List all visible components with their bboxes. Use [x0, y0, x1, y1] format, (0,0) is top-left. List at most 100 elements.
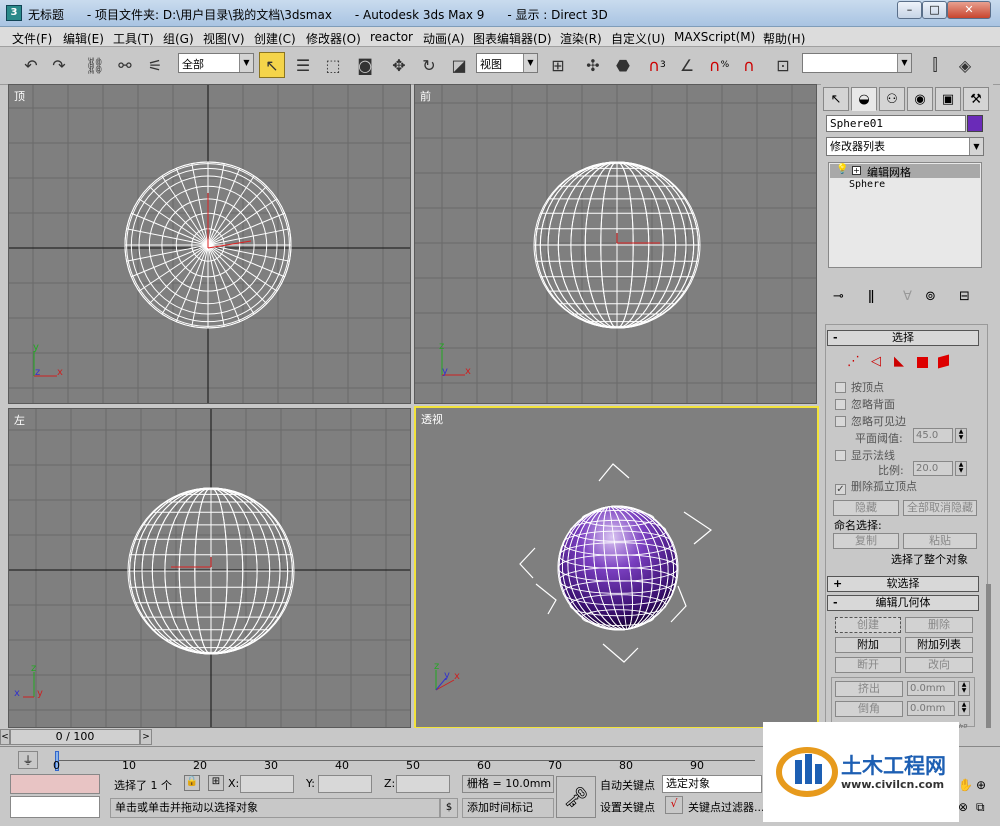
- extrude-field[interactable]: 0.0mm: [907, 681, 955, 696]
- display-tab-icon[interactable]: ▣: [935, 87, 961, 111]
- snap-toggle-icon[interactable]: ∩ 3: [644, 52, 670, 78]
- show-normals-checkbox[interactable]: 显示法线: [835, 447, 895, 463]
- bind-space-warp-icon[interactable]: ⚟: [142, 52, 168, 78]
- attach-list-button[interactable]: 附加列表: [905, 637, 973, 653]
- viewport-left[interactable]: 左 z y x: [8, 408, 411, 728]
- key-icon[interactable]: 🗝: [556, 776, 596, 818]
- delete-button[interactable]: 删除: [905, 617, 973, 633]
- viewport-perspective[interactable]: 透视 z x y: [414, 406, 819, 729]
- window-crossing-icon[interactable]: ◙: [352, 52, 378, 78]
- configure-sets-icon[interactable]: ⊟: [959, 289, 970, 304]
- expand-icon[interactable]: +: [852, 166, 861, 175]
- link-icon[interactable]: ⛓: [82, 52, 108, 78]
- align-icon[interactable]: ◈: [952, 52, 978, 78]
- keyboard-shortcut-icon[interactable]: ⬣: [610, 52, 636, 78]
- scale-field[interactable]: 20.0: [913, 461, 953, 476]
- mirror-icon[interactable]: ⫿: [922, 52, 948, 78]
- key-filters-button[interactable]: 关键点过滤器...: [688, 799, 765, 815]
- rollout-soft-selection[interactable]: + 软选择: [827, 576, 979, 592]
- detach-button[interactable]: 断开: [835, 657, 901, 673]
- edit-named-sel-icon[interactable]: ⊡: [770, 52, 796, 78]
- extrude-button[interactable]: 挤出: [835, 681, 903, 697]
- chamfer-spinner-icon[interactable]: ▲ ▼: [958, 701, 970, 716]
- time-next-button[interactable]: >: [140, 729, 152, 745]
- spinner-snap-icon[interactable]: ∩: [736, 52, 762, 78]
- unhide-all-button[interactable]: 全部取消隐藏: [903, 500, 977, 516]
- undo-icon[interactable]: ↶: [18, 52, 44, 78]
- show-end-result-icon[interactable]: ǁ: [868, 289, 874, 304]
- scale-icon[interactable]: ◪: [446, 52, 472, 78]
- move-icon[interactable]: ✥: [386, 52, 412, 78]
- menu-reactor[interactable]: reactor: [370, 30, 413, 44]
- pivot-center-icon[interactable]: ⊞: [545, 52, 571, 78]
- menu-maxscript[interactable]: MAXScript(M): [674, 30, 755, 44]
- planar-threshold-spinner-icon[interactable]: ▲ ▼: [955, 428, 967, 443]
- select-manipulate-icon[interactable]: ✣: [580, 52, 606, 78]
- turn-button[interactable]: 改向: [905, 657, 973, 673]
- menu-help[interactable]: 帮助(H): [763, 30, 805, 47]
- stack-item-edit-mesh[interactable]: 💡 + 编辑网格: [830, 164, 980, 179]
- viewport-front[interactable]: 前 z x y: [414, 84, 817, 404]
- minimize-button[interactable]: –: [897, 1, 922, 19]
- stack-item-sphere[interactable]: Sphere: [830, 179, 980, 193]
- z-coord-field[interactable]: [396, 775, 450, 793]
- time-prev-button[interactable]: <: [0, 729, 10, 745]
- chamfer-field[interactable]: 0.0mm: [907, 701, 955, 716]
- extrude-spinner-icon[interactable]: ▲ ▼: [958, 681, 970, 696]
- maxscript-listener-pink[interactable]: [10, 774, 100, 794]
- lock-selection-icon[interactable]: 🔒: [184, 775, 200, 791]
- zoom-all-icon[interactable]: ⊕: [976, 778, 992, 794]
- menu-group[interactable]: 组(G): [163, 30, 194, 47]
- by-vertex-checkbox[interactable]: 按顶点: [835, 379, 884, 395]
- planar-threshold-field[interactable]: 45.0: [913, 428, 953, 443]
- redo-icon[interactable]: ↷: [46, 52, 72, 78]
- rollout-edit-geometry[interactable]: - 编辑几何体: [827, 595, 979, 611]
- ignore-visible-edges-checkbox[interactable]: 忽略可见边: [835, 413, 906, 429]
- time-slider[interactable]: 0 / 100: [10, 729, 140, 745]
- object-color-swatch[interactable]: [967, 115, 983, 132]
- polygon-level-icon[interactable]: [917, 357, 928, 368]
- menu-animation[interactable]: 动画(A): [423, 30, 465, 47]
- x-coord-field[interactable]: [240, 775, 294, 793]
- time-tag-icon[interactable]: $: [440, 798, 458, 818]
- face-level-icon[interactable]: ◣: [894, 354, 904, 369]
- modifier-list-dropdown[interactable]: 修改器列表 ▼: [826, 137, 984, 156]
- menu-tools[interactable]: 工具(T): [113, 30, 154, 47]
- add-time-tag[interactable]: 添加时间标记: [462, 798, 554, 818]
- rect-selection-icon[interactable]: ⬚: [320, 52, 346, 78]
- delete-isolated-checkbox[interactable]: ✓ 删除孤立顶点: [835, 478, 917, 495]
- chamfer-button[interactable]: 倒角: [835, 701, 903, 717]
- unlink-icon[interactable]: ⚯: [112, 52, 138, 78]
- select-by-name-icon[interactable]: ☰: [290, 52, 316, 78]
- paste-button[interactable]: 粘贴: [903, 533, 977, 549]
- maximize-button[interactable]: □: [922, 1, 947, 19]
- object-name-field[interactable]: Sphere01: [826, 115, 966, 132]
- menu-graph-editors[interactable]: 图表编辑器(D): [473, 30, 552, 47]
- reference-coord-dropdown[interactable]: 视图 ▼: [476, 53, 538, 73]
- edge-level-icon[interactable]: ◁: [871, 354, 881, 369]
- menu-modifiers[interactable]: 修改器(O): [306, 30, 361, 47]
- auto-key-button[interactable]: 自动关键点: [600, 777, 655, 793]
- remove-modifier-icon[interactable]: ⊚: [925, 289, 936, 304]
- modify-tab-icon[interactable]: ◒: [851, 87, 877, 111]
- motion-tab-icon[interactable]: ◉: [907, 87, 933, 111]
- pin-stack-icon[interactable]: ⊸: [833, 289, 844, 304]
- viewport-top[interactable]: 顶 y x z: [8, 84, 411, 404]
- hide-button[interactable]: 隐藏: [833, 500, 899, 516]
- y-coord-field[interactable]: [318, 775, 372, 793]
- menu-views[interactable]: 视图(V): [203, 30, 245, 47]
- key-mode-dropdown[interactable]: 选定对象: [662, 775, 762, 793]
- hierarchy-tab-icon[interactable]: ⚇: [879, 87, 905, 111]
- selection-filter-dropdown[interactable]: 全部 ▼: [178, 53, 254, 73]
- menu-rendering[interactable]: 渲染(R): [560, 30, 602, 47]
- rotate-icon[interactable]: ↻: [416, 52, 442, 78]
- menu-edit[interactable]: 编辑(E): [63, 30, 104, 47]
- tangent-icon[interactable]: √: [665, 796, 683, 814]
- attach-button[interactable]: 附加: [835, 637, 901, 653]
- menu-file[interactable]: 文件(F): [12, 30, 52, 47]
- panel-scrollbar[interactable]: [986, 584, 991, 734]
- menu-customize[interactable]: 自定义(U): [611, 30, 665, 47]
- make-unique-icon[interactable]: ∀: [903, 289, 912, 304]
- vertex-level-icon[interactable]: ⋰: [847, 354, 860, 369]
- menu-create[interactable]: 创建(C): [254, 30, 296, 47]
